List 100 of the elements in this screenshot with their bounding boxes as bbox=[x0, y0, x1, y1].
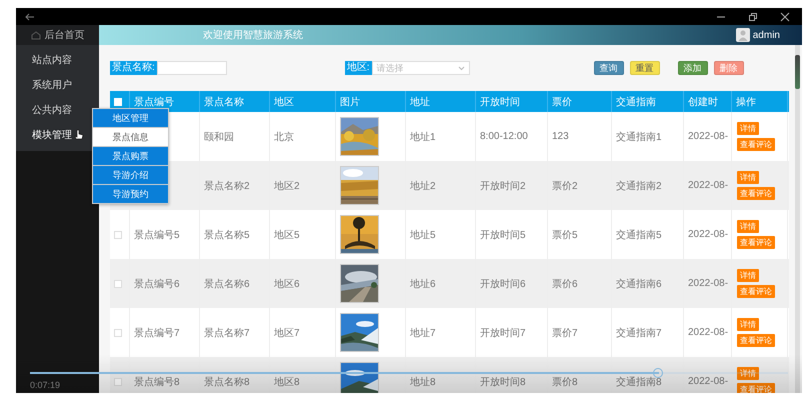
table-cell-text: 景点名称8 bbox=[204, 376, 250, 388]
table-cell-text: 票价5 bbox=[552, 228, 578, 242]
table-cell-text: 交通指南5 bbox=[616, 228, 662, 242]
table-cell: 2022-08- bbox=[688, 376, 728, 387]
system-title: 欢迎使用智慧旅游系统 bbox=[203, 28, 304, 42]
avatar-icon[interactable] bbox=[736, 28, 750, 42]
sidebar-item[interactable]: 模块管理 bbox=[32, 128, 72, 142]
checkbox[interactable] bbox=[114, 328, 122, 336]
table-cell-text: 地区2 bbox=[274, 180, 300, 192]
comments-button[interactable]: 查看评论 bbox=[737, 138, 775, 151]
restore-icon[interactable] bbox=[748, 12, 758, 22]
submenu-item[interactable]: 景点信息 bbox=[93, 128, 168, 146]
table-cell-text: 交通指南8 bbox=[616, 376, 662, 388]
table-cell-text: 景点名称7 bbox=[204, 326, 250, 340]
username[interactable]: admin bbox=[752, 30, 780, 40]
table-cell-text: 颐和园 bbox=[204, 130, 234, 144]
table-cell-text: 景点编号6 bbox=[134, 278, 180, 290]
details-button[interactable]: 详情 bbox=[737, 318, 759, 331]
table-cell: 2022-08- bbox=[688, 327, 728, 338]
details-button[interactable]: 详情 bbox=[737, 367, 759, 380]
column-header: 图片 bbox=[340, 96, 360, 108]
table-cell-text: 地区6 bbox=[274, 278, 300, 290]
home-icon bbox=[30, 30, 40, 40]
table-cell-text: 地址6 bbox=[410, 278, 436, 290]
playback-time: 0:07:19 bbox=[30, 380, 60, 390]
table-cell-text: 票价8 bbox=[552, 376, 578, 388]
submenu-item[interactable]: 导游介绍 bbox=[93, 166, 168, 184]
table-cell-text: 开放时间6 bbox=[480, 278, 526, 290]
table-cell-text: 票价6 bbox=[552, 278, 578, 290]
column-header: 开放时间 bbox=[480, 96, 520, 108]
chevron-icon bbox=[458, 66, 465, 70]
sidebar-item[interactable]: 系统用户 bbox=[32, 78, 72, 92]
table-cell-text: 交通指南6 bbox=[616, 278, 662, 290]
progress-thumb[interactable] bbox=[653, 368, 664, 378]
table-cell: 8:00-12:00 bbox=[480, 131, 528, 142]
table-cell: 2022-08- bbox=[688, 229, 728, 240]
delete-button[interactable]: 删除 bbox=[714, 61, 744, 75]
table-cell-text: 交通指南2 bbox=[616, 180, 662, 192]
sidebar-item[interactable]: 站点内容 bbox=[32, 52, 72, 66]
comments-button[interactable]: 查看评论 bbox=[737, 285, 775, 298]
column-header: 创建时 bbox=[688, 96, 718, 108]
checkbox[interactable] bbox=[114, 280, 122, 288]
column-header: 交通指南 bbox=[616, 96, 656, 108]
table-cell-text: 地址8 bbox=[410, 376, 436, 388]
column-header: 票价 bbox=[552, 96, 572, 108]
table-cell-text: 地区7 bbox=[274, 326, 300, 340]
table-cell: 123 bbox=[552, 131, 569, 142]
submenu-item[interactable]: 地区管理 bbox=[93, 109, 168, 127]
column-header: 操作 bbox=[736, 96, 756, 108]
table-cell-text: 地区8 bbox=[274, 376, 300, 388]
input-field[interactable] bbox=[156, 61, 227, 75]
table-cell-text: 景点名称5 bbox=[204, 228, 250, 242]
column-header: 景点编号 bbox=[134, 96, 174, 108]
comments-button[interactable]: 查看评论 bbox=[737, 334, 775, 347]
column-header: 景点名称 bbox=[204, 96, 244, 108]
details-button[interactable]: 详情 bbox=[737, 122, 759, 135]
table-cell: 2022-08- bbox=[688, 278, 728, 289]
table-cell: 2022-08- bbox=[688, 131, 728, 142]
table-cell-text: 景点名称6 bbox=[204, 278, 250, 290]
query-button[interactable]: 查询 bbox=[594, 61, 624, 75]
comments-button[interactable]: 查看评论 bbox=[737, 383, 775, 393]
table-cell-text: 地址5 bbox=[410, 228, 436, 242]
back-icon[interactable] bbox=[24, 12, 35, 22]
comments-button[interactable]: 查看评论 bbox=[737, 187, 775, 200]
add-button[interactable]: 添加 bbox=[678, 61, 708, 75]
submenu-item[interactable]: 景点购票 bbox=[93, 147, 168, 165]
table-cell-text: 交通指南1 bbox=[616, 130, 662, 144]
field-label: 景点名称: bbox=[110, 61, 157, 75]
table-cell-text: 票价2 bbox=[552, 180, 578, 192]
table-cell-text: 景点编号8 bbox=[134, 376, 180, 388]
table-cell-text: 地区5 bbox=[274, 228, 300, 242]
checkbox[interactable] bbox=[114, 230, 122, 238]
table-cell-text: 景点编号7 bbox=[134, 326, 180, 340]
sidebar-item[interactable]: 公共内容 bbox=[32, 102, 72, 116]
table-cell-text: 景点编号5 bbox=[134, 228, 180, 242]
region-select[interactable]: 请选择 bbox=[372, 61, 470, 75]
submenu-item[interactable]: 导游预约 bbox=[93, 185, 168, 203]
table-cell-text: 地址7 bbox=[410, 326, 436, 340]
comments-button[interactable]: 查看评论 bbox=[737, 236, 775, 249]
table-cell-text: 地址2 bbox=[410, 180, 436, 192]
table-cell-text: 地址1 bbox=[410, 130, 436, 144]
checkbox[interactable] bbox=[114, 378, 122, 386]
table-cell-text: 开放时间5 bbox=[480, 228, 526, 242]
details-button[interactable]: 详情 bbox=[737, 220, 759, 233]
table-cell-text: 开放时间2 bbox=[480, 180, 526, 192]
close-icon[interactable] bbox=[780, 12, 790, 22]
table-cell-text: 景点名称2 bbox=[204, 180, 250, 192]
home-label: 后台首页 bbox=[44, 28, 84, 42]
table-cell-text: 交通指南7 bbox=[616, 326, 662, 340]
details-button[interactable]: 详情 bbox=[737, 171, 759, 184]
field-label: 地区: bbox=[344, 61, 372, 75]
sidebar-home-item[interactable]: 后台首页 bbox=[16, 25, 99, 45]
table-cell-text: 票价7 bbox=[552, 326, 578, 340]
details-button[interactable]: 详情 bbox=[737, 269, 759, 282]
column-header: 地址 bbox=[410, 96, 430, 108]
scrollbar-thumb[interactable] bbox=[795, 55, 800, 89]
table-cell-text: 北京 bbox=[274, 130, 294, 144]
table-cell-text: 开放时间7 bbox=[480, 326, 526, 340]
reset-button[interactable]: 重置 bbox=[630, 61, 660, 75]
table-cell-text: 开放时间8 bbox=[480, 376, 526, 388]
